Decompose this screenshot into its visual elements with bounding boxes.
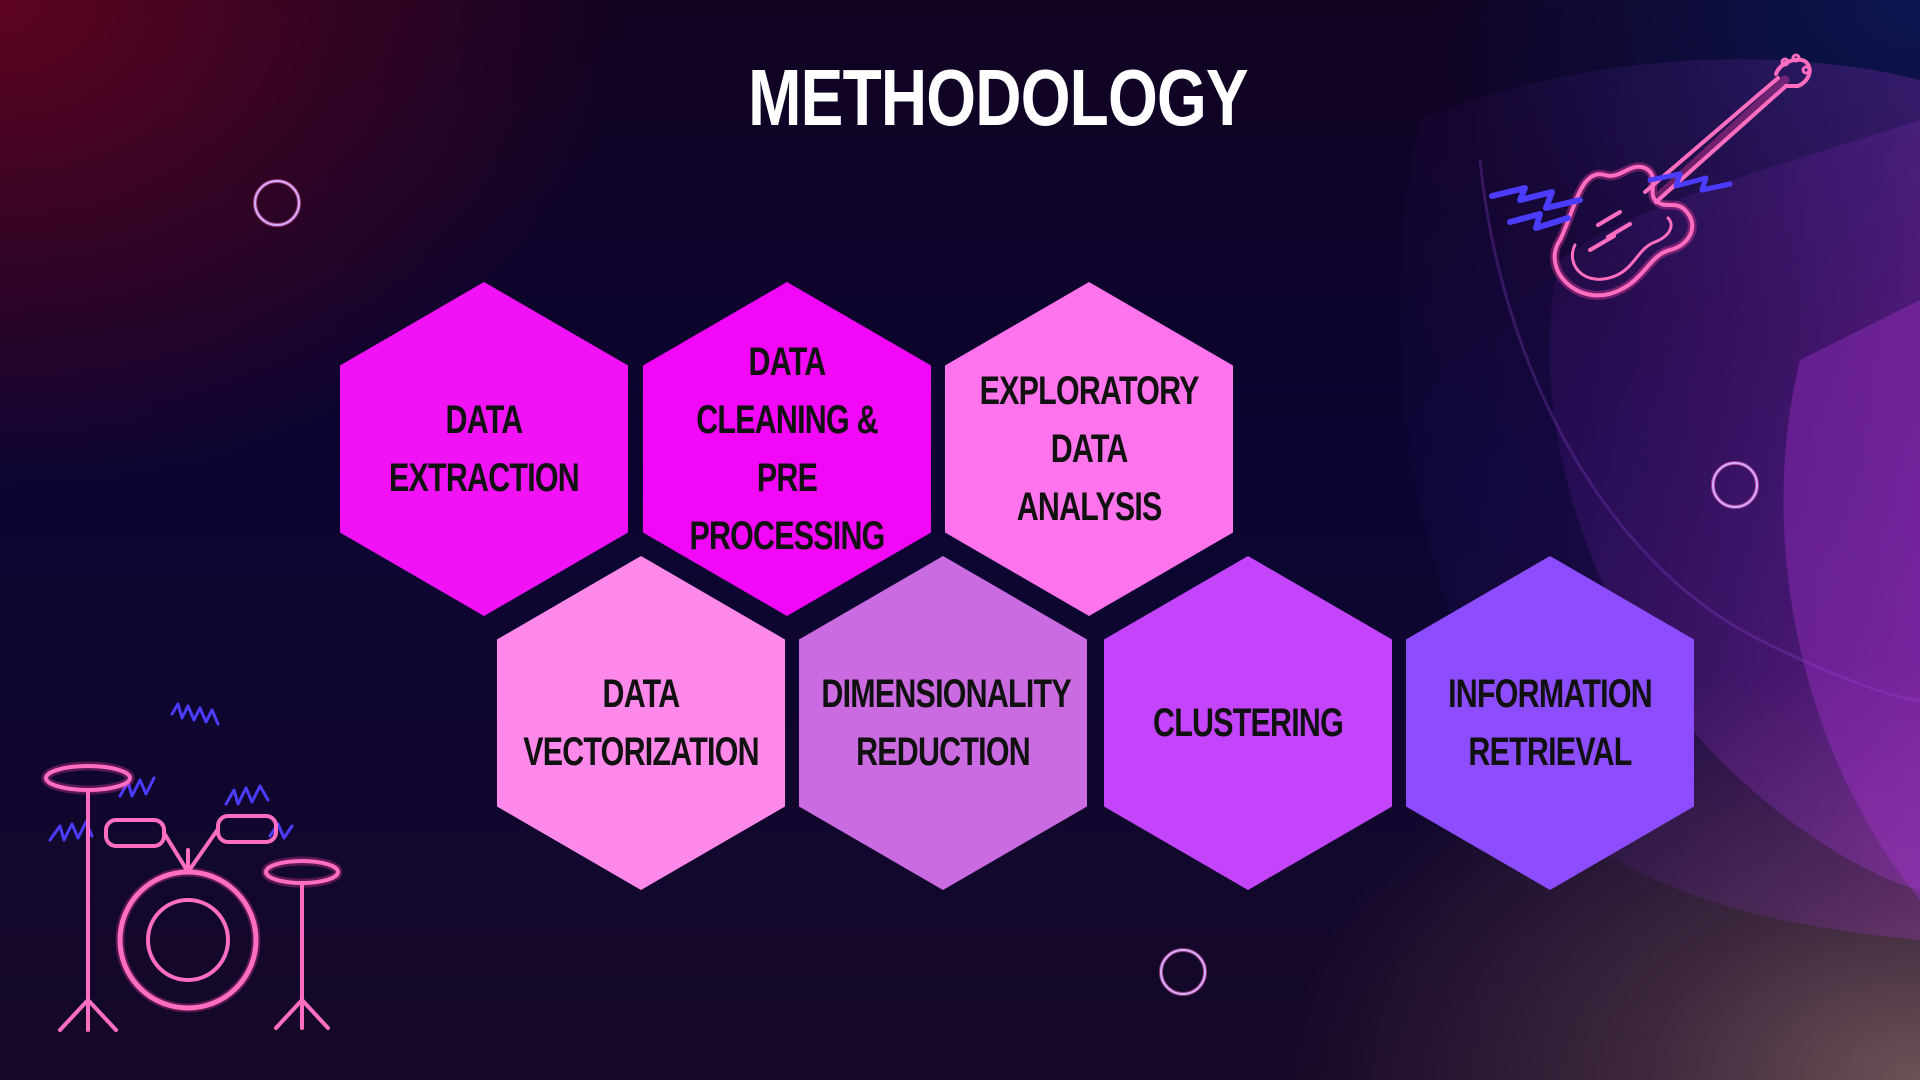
ring-icon (1159, 948, 1207, 996)
drum-kit-icon (41, 702, 343, 1032)
hex-label: DIMENSIONALITY REDUCTION (821, 672, 1071, 774)
hex-label: DATA VECTORIZATION (523, 672, 759, 774)
hex-label: INFORMATION RETRIEVAL (1448, 672, 1653, 774)
hex-label: DATA CLEANING & PRE PROCESSING (689, 340, 885, 558)
hex-label: EXPLORATORY DATA ANALYSIS (979, 369, 1199, 529)
hex-label: CLUSTERING (1153, 701, 1344, 745)
ring-icon (253, 179, 301, 227)
hex-label: DATA EXTRACTION (389, 398, 580, 500)
ring-icon (1711, 461, 1759, 509)
electric-guitar-icon (1489, 53, 1812, 300)
